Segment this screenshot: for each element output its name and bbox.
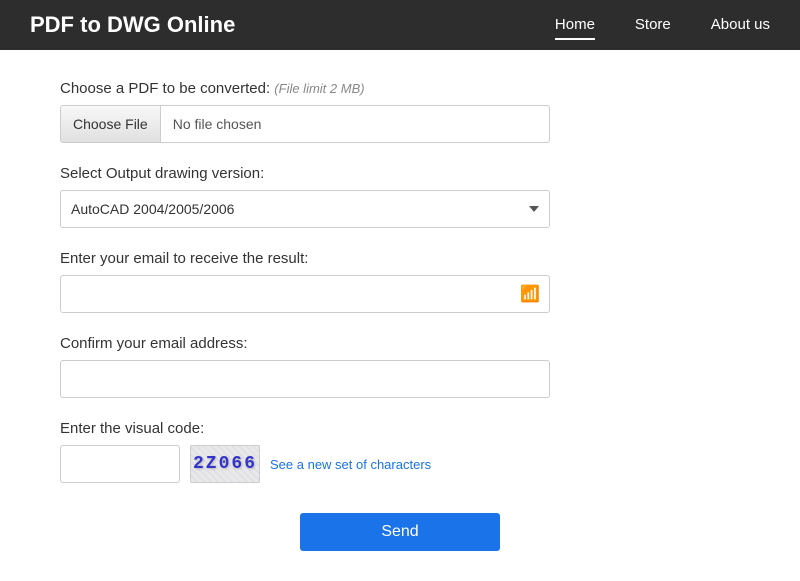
output-select-wrapper: AutoCAD 2004/2005/2006 AutoCAD 2007/2008… [60,190,550,228]
logo: PDF to DWG Online [30,12,555,38]
captcha-row: 2Z066 See a new set of characters [60,445,740,483]
nav-store[interactable]: Store [635,11,671,40]
file-upload-section: Choose a PDF to be converted: (File limi… [60,80,740,143]
confirm-email-section: Confirm your email address: [60,335,740,398]
captcha-section: Enter the visual code: 2Z066 See a new s… [60,420,740,483]
file-size-note: (File limit 2 MB) [274,81,364,96]
main-content: Choose a PDF to be converted: (File limi… [0,50,800,581]
header: PDF to DWG Online Home Store About us [0,0,800,50]
confirm-email-input[interactable] [60,360,550,398]
email-input-wrapper: 📶 [60,275,550,313]
nav: Home Store About us [555,11,770,40]
confirm-email-label: Confirm your email address: [60,335,740,352]
captcha-label: Enter the visual code: [60,420,740,437]
output-version-select[interactable]: AutoCAD 2004/2005/2006 AutoCAD 2007/2008… [60,190,550,228]
nav-about[interactable]: About us [711,11,770,40]
file-upload-label: Choose a PDF to be converted: (File limi… [60,80,740,97]
output-version-label: Select Output drawing version: [60,165,740,182]
email-label: Enter your email to receive the result: [60,250,740,267]
send-button-wrapper: Send [60,513,740,551]
output-version-section: Select Output drawing version: AutoCAD 2… [60,165,740,228]
captcha-image: 2Z066 [190,445,260,483]
choose-file-button[interactable]: Choose File [61,106,161,142]
email-input[interactable] [60,275,550,313]
email-icon: 📶 [520,284,540,304]
send-button[interactable]: Send [300,513,500,551]
nav-home[interactable]: Home [555,11,595,40]
file-input-area: Choose File No file chosen [60,105,550,143]
email-section: Enter your email to receive the result: … [60,250,740,313]
captcha-input[interactable] [60,445,180,483]
refresh-captcha-link[interactable]: See a new set of characters [270,457,431,472]
file-chosen-text: No file chosen [161,116,262,132]
